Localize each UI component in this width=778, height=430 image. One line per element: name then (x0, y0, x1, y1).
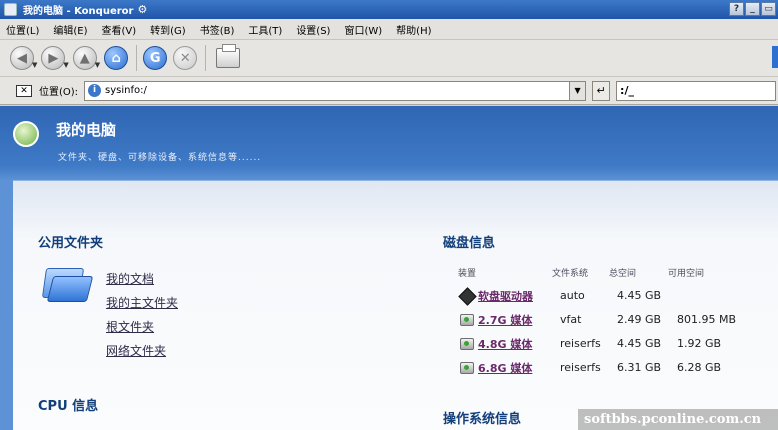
main-toolbar: ◀ ▼ ▶ ▼ ▲ ▼ ⌂ G ✕ (0, 40, 778, 77)
forward-arrow-icon: ▶ (48, 50, 59, 66)
disk-link-6-8g[interactable]: 6.8G 媒体 (478, 360, 532, 376)
location-bar: ✕ 位置(O): i sysinfo:/ ▼ ↵ :/_ (0, 77, 778, 105)
location-label: 位置(O): (39, 87, 79, 98)
link-my-documents[interactable]: 我的文档 (106, 270, 154, 287)
stop-button[interactable]: ✕ (173, 46, 198, 70)
disks-heading: 磁盘信息 (443, 236, 496, 251)
disk-total: 2.49 GB (617, 313, 662, 326)
menu-tools[interactable]: 工具(T) (241, 22, 289, 37)
sysinfo-icon: i (88, 84, 102, 97)
menu-window[interactable]: 窗口(W) (337, 22, 389, 37)
disk-total: 4.45 GB (617, 289, 662, 302)
menu-location[interactable]: 位置(L) (0, 22, 46, 37)
clear-location-icon[interactable]: ✕ (16, 84, 32, 97)
col-device: 装置 (458, 269, 477, 279)
os-heading: 操作系统信息 (443, 412, 522, 427)
toolbar-separator (205, 45, 207, 71)
location-value[interactable]: sysinfo:/ (105, 85, 147, 96)
up-arrow-icon: ▲ (79, 50, 90, 66)
toolbar-overflow-icon[interactable] (772, 46, 778, 68)
disk-fs: reiserfs (560, 361, 601, 374)
col-filesystem: 文件系统 (552, 269, 589, 279)
watermark: softbbs.pconline.com.cn (578, 409, 778, 430)
disk-free: 1.92 GB (677, 337, 722, 350)
harddisk-icon (460, 362, 474, 374)
harddisk-icon (460, 338, 474, 350)
disk-free: 801.95 MB (677, 313, 737, 326)
disk-fs: reiserfs (560, 337, 601, 350)
disk-free: 6.28 GB (677, 361, 722, 374)
print-button[interactable] (216, 44, 241, 68)
title-bar: 我的电脑 - Konqueror ⚙ ? _ ▭ (0, 0, 778, 19)
menu-go[interactable]: 转到(G) (143, 22, 193, 37)
help-button[interactable]: ? (729, 2, 744, 16)
app-icon[interactable] (4, 3, 17, 16)
menu-bookmarks[interactable]: 书签(B) (193, 22, 242, 37)
forward-button[interactable]: ▶ (41, 46, 66, 70)
link-network-folder[interactable]: 网络文件夹 (106, 342, 166, 359)
banner-subtitle: 文件夹、硬盘、可移除设备、系统信息等...... (58, 153, 262, 163)
forward-dropdown-icon[interactable]: ▼ (63, 61, 68, 69)
col-free: 可用空间 (668, 269, 705, 279)
harddisk-icon (460, 314, 474, 326)
reload-button[interactable]: G (143, 46, 168, 70)
banner: 我的电脑 文件夹、硬盘、可移除设备、系统信息等...... (0, 106, 778, 180)
up-button[interactable]: ▲ (72, 46, 97, 70)
window-title: 我的电脑 - Konqueror (23, 6, 134, 17)
minimize-button[interactable]: _ (745, 2, 760, 16)
location-input[interactable]: i sysinfo:/ ▼ (84, 80, 587, 101)
stop-icon: ✕ (179, 50, 191, 66)
menu-help[interactable]: 帮助(H) (389, 22, 438, 37)
disk-total: 4.45 GB (617, 337, 662, 350)
back-arrow-icon: ◀ (17, 50, 27, 66)
link-root-folder[interactable]: 根文件夹 (106, 318, 154, 335)
go-button[interactable]: ↵ (592, 80, 611, 101)
back-dropdown-icon[interactable]: ▼ (32, 61, 37, 69)
disk-fs: vfat (560, 313, 582, 326)
reload-icon: G (149, 50, 161, 66)
suse-logo-icon (13, 121, 39, 147)
disk-link-floppy[interactable]: 软盘驱动器 (478, 288, 533, 304)
search-input[interactable]: :/_ (616, 80, 777, 101)
disk-link-4-8g[interactable]: 4.8G 媒体 (478, 336, 532, 352)
cpu-heading: CPU 信息 (38, 399, 99, 414)
back-button[interactable]: ◀ (10, 46, 34, 70)
link-home-folder[interactable]: 我的主文件夹 (106, 294, 178, 311)
menu-view[interactable]: 查看(V) (95, 22, 144, 37)
content-area: 我的电脑 文件夹、硬盘、可移除设备、系统信息等...... 公用文件夹 我的文档… (0, 106, 778, 430)
disk-link-2-7g[interactable]: 2.7G 媒体 (478, 312, 532, 328)
home-icon: ⌂ (111, 50, 121, 66)
maximize-button[interactable]: ▭ (761, 2, 776, 16)
toolbar-separator (136, 45, 138, 71)
home-button[interactable]: ⌂ (104, 46, 129, 70)
disk-total: 6.31 GB (617, 361, 662, 374)
col-total: 总空间 (609, 269, 637, 279)
menu-edit[interactable]: 编辑(E) (46, 22, 94, 37)
location-dropdown-icon[interactable]: ▼ (569, 81, 586, 100)
menu-bar: 位置(L) 编辑(E) 查看(V) 转到(G) 书签(B) 工具(T) 设置(S… (0, 19, 778, 40)
disk-fs: auto (560, 289, 585, 302)
folders-heading: 公用文件夹 (38, 236, 104, 251)
folder-icon (41, 264, 94, 304)
up-dropdown-icon[interactable]: ▼ (95, 61, 100, 69)
gear-icon: ⚙ (137, 3, 148, 16)
banner-title: 我的电脑 (56, 121, 117, 139)
menu-settings[interactable]: 设置(S) (289, 22, 337, 37)
